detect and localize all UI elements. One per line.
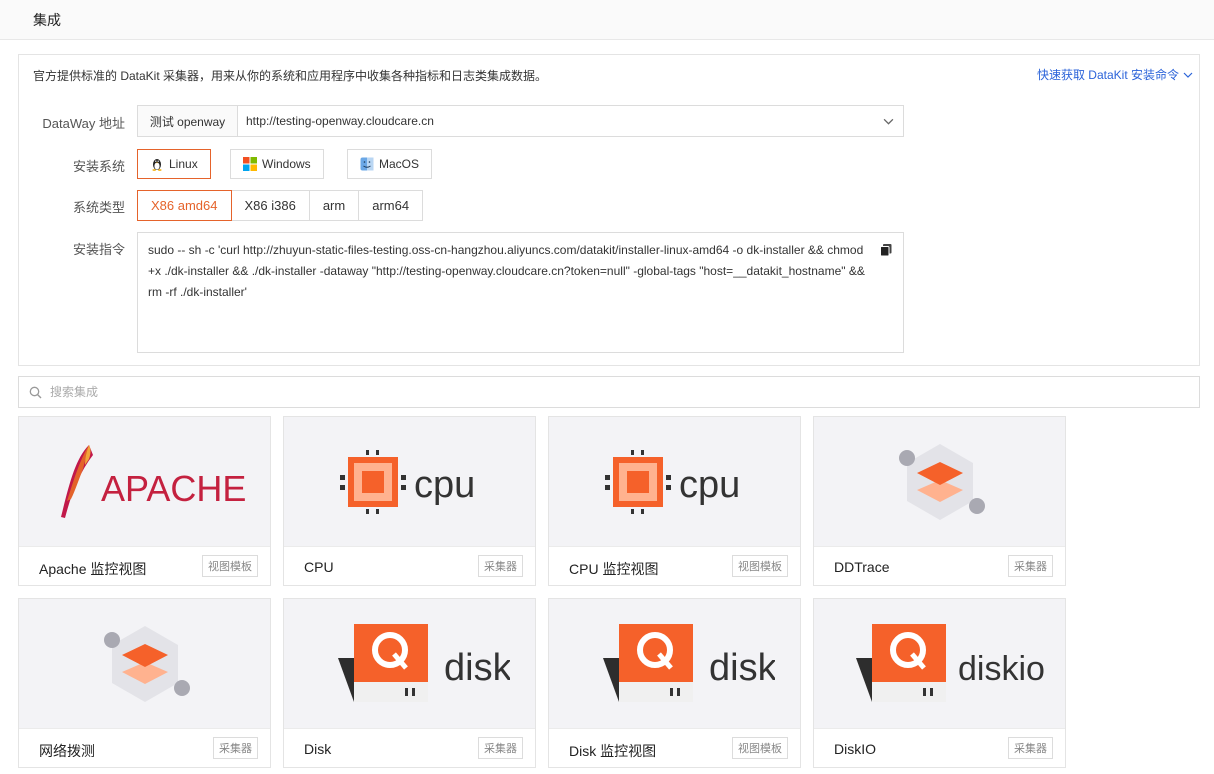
- integration-card-ddtrace[interactable]: DDTrace 采集器: [813, 416, 1066, 586]
- disk-logo: disk: [284, 599, 535, 728]
- disk-logo-text: disk: [709, 647, 775, 689]
- page-header: 集成: [0, 0, 1214, 40]
- copy-icon[interactable]: [879, 243, 893, 257]
- card-name: Disk: [304, 741, 332, 757]
- arch-option-arm64[interactable]: arm64: [358, 190, 424, 221]
- os-option-macos[interactable]: MacOS: [347, 149, 433, 179]
- integration-card-apache[interactable]: APACHE Apache 监控视图 视图模板: [18, 416, 271, 586]
- diskio-logo: diskio: [814, 599, 1065, 728]
- arch-option-arm[interactable]: arm: [308, 190, 360, 221]
- card-name: Disk 监控视图: [569, 743, 657, 759]
- windows-logo-icon: [243, 157, 257, 171]
- disk-logo-text: disk: [444, 647, 510, 689]
- dataway-label: DataWay 地址: [42, 116, 125, 131]
- chevron-down-icon: [873, 116, 903, 127]
- card-tag: 采集器: [213, 737, 258, 759]
- quick-install-link[interactable]: 快速获取 DataKit 安装命令: [1037, 66, 1193, 83]
- apache-logo: APACHE: [19, 417, 270, 546]
- integration-card-disk-dashboard[interactable]: disk Disk 监控视图 视图模板: [548, 598, 801, 768]
- card-footer: Disk 采集器: [284, 728, 535, 767]
- integration-card-cpu-dashboard[interactable]: cpu CPU 监控视图 视图模板: [548, 416, 801, 586]
- card-footer: Apache 监控视图 视图模板: [19, 546, 270, 585]
- os-option-label: MacOS: [379, 157, 420, 171]
- card-footer: DDTrace 采集器: [814, 546, 1065, 585]
- card-name: DDTrace: [834, 559, 890, 575]
- card-footer: Disk 监控视图 视图模板: [549, 728, 800, 767]
- diskio-logo-text: diskio: [958, 650, 1045, 688]
- cpu-logo-text: cpu: [679, 464, 740, 506]
- search-input[interactable]: [50, 385, 1199, 399]
- integration-card-dialtesting[interactable]: 网络拨测 采集器: [18, 598, 271, 768]
- cpu-logo-text: cpu: [414, 464, 475, 506]
- card-tag: 采集器: [1008, 555, 1053, 577]
- cpu-logo: cpu: [284, 417, 535, 546]
- os-option-label: Linux: [169, 157, 198, 171]
- apache-logo-text: APACHE: [101, 468, 245, 509]
- card-name: DiskIO: [834, 741, 876, 757]
- intro-text: 官方提供标准的 DataKit 采集器，用来从你的系统和应用程序中收集各种指标和…: [33, 69, 548, 83]
- quick-install-link-label: 快速获取 DataKit 安装命令: [1036, 68, 1179, 82]
- layers-hex-logo: [814, 417, 1065, 546]
- arch-option-x86-i386[interactable]: X86 i386: [230, 190, 310, 221]
- dataway-select[interactable]: 测试 openway http://testing-openway.cloudc…: [137, 105, 904, 137]
- integration-search: [18, 376, 1200, 408]
- arch-options: X86 amd64 X86 i386 arm arm64: [137, 190, 424, 221]
- card-tag: 采集器: [478, 737, 523, 759]
- integration-card-cpu[interactable]: cpu CPU 采集器: [283, 416, 536, 586]
- card-footer: CPU 采集器: [284, 546, 535, 585]
- page-title: 集成: [33, 12, 61, 28]
- card-tag: 视图模板: [732, 555, 788, 577]
- chevron-down-icon: [1183, 72, 1193, 78]
- dataway-name: 测试 openway: [138, 106, 238, 136]
- dataway-url: http://testing-openway.cloudcare.cn: [246, 114, 434, 128]
- card-tag: 视图模板: [202, 555, 258, 577]
- integration-card-diskio[interactable]: diskio DiskIO 采集器: [813, 598, 1066, 768]
- card-name: CPU: [304, 559, 334, 575]
- os-label: 安装系统: [72, 159, 125, 174]
- card-tag: 采集器: [478, 555, 523, 577]
- install-panel: 官方提供标准的 DataKit 采集器，用来从你的系统和应用程序中收集各种指标和…: [18, 54, 1200, 366]
- install-command[interactable]: sudo -- sh -c 'curl http://zhuyun-static…: [137, 232, 904, 353]
- layers-hex-logo: [19, 599, 270, 728]
- disk-logo: disk: [549, 599, 800, 728]
- linux-tux-icon: [152, 159, 162, 171]
- card-tag: 采集器: [1008, 737, 1053, 759]
- os-option-label: Windows: [262, 157, 311, 171]
- macos-finder-icon: [360, 157, 374, 171]
- arch-option-x86-amd64[interactable]: X86 amd64: [137, 190, 232, 221]
- search-icon: [29, 386, 42, 398]
- card-name: Apache 监控视图: [39, 561, 147, 577]
- card-footer: 网络拨测 采集器: [19, 728, 270, 767]
- cpu-logo: cpu: [549, 417, 800, 546]
- os-option-windows[interactable]: Windows: [230, 149, 324, 179]
- card-name: 网络拨测: [39, 743, 95, 759]
- install-command-text: sudo -- sh -c 'curl http://zhuyun-static…: [148, 243, 865, 299]
- card-tag: 视图模板: [732, 737, 788, 759]
- card-name: CPU 监控视图: [569, 561, 659, 577]
- arch-label: 系统类型: [72, 200, 125, 215]
- integration-card-disk[interactable]: disk Disk 采集器: [283, 598, 536, 768]
- card-footer: DiskIO 采集器: [814, 728, 1065, 767]
- command-label: 安装指令: [72, 242, 125, 257]
- card-footer: CPU 监控视图 视图模板: [549, 546, 800, 585]
- os-option-linux[interactable]: Linux: [137, 149, 211, 179]
